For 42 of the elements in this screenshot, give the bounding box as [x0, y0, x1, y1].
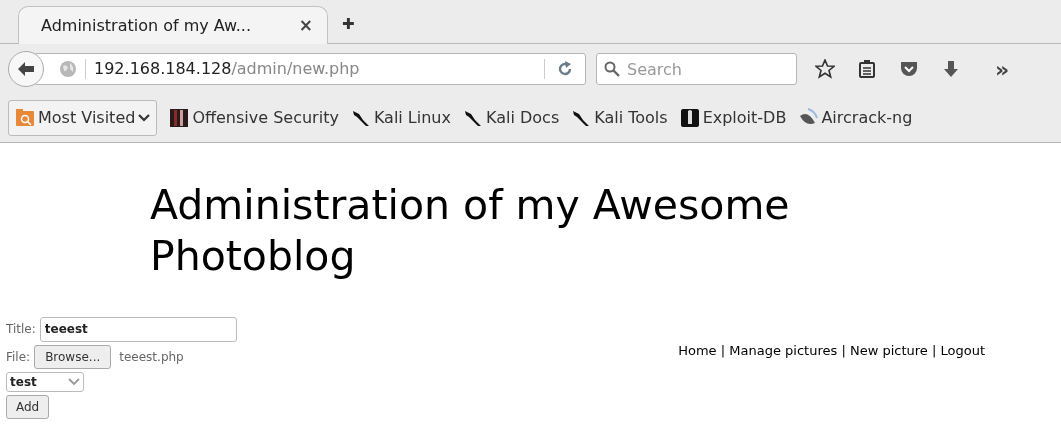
field-label: File:	[6, 348, 31, 366]
field-label: Title:	[6, 321, 36, 338]
browse-button[interactable]: Browse...	[34, 344, 112, 369]
separator: |	[720, 342, 726, 358]
clipboard-icon[interactable]	[857, 59, 877, 79]
reload-icon[interactable]	[557, 61, 573, 77]
address-bar[interactable]: 192.168.184.128/admin/new.php	[34, 53, 586, 85]
overflow-button[interactable]: »	[995, 52, 1010, 86]
nav-link[interactable]: Logout	[940, 342, 985, 358]
close-icon[interactable]: ×	[298, 12, 313, 39]
nav-link[interactable]: New picture	[849, 342, 928, 358]
chevron-down-icon	[138, 113, 151, 123]
search-field[interactable]: Search	[596, 53, 797, 85]
separator: |	[931, 342, 937, 358]
bookmark-link[interactable]: Exploit-DB	[679, 106, 787, 130]
nav-link[interactable]: Home	[678, 342, 717, 358]
chevron-down-icon	[68, 377, 80, 386]
star-icon[interactable]	[815, 59, 835, 79]
nav-link[interactable]: Manage pictures	[729, 342, 838, 358]
bookmarks-menu-button[interactable]: Most Visited	[8, 100, 158, 136]
bookmark-link[interactable]: Aircrack-ng	[798, 106, 913, 130]
back-arrow-icon	[17, 61, 35, 77]
title-field[interactable]: teeest	[39, 316, 237, 342]
browser-tab[interactable]: Administration of my Aw... ×	[18, 6, 328, 44]
bookmark-link[interactable]: Offensive Security	[169, 106, 339, 130]
logo-icon	[169, 108, 190, 128]
back-button[interactable]	[8, 51, 44, 87]
download-icon[interactable]	[941, 59, 961, 79]
page-heading: Administration of my Awesome Photoblog	[150, 180, 791, 283]
pocket-icon[interactable]	[899, 59, 919, 79]
separator: |	[841, 342, 846, 358]
folder-icon	[15, 108, 35, 128]
category-select[interactable]: test	[6, 371, 84, 392]
new-tab-button[interactable]: ✚	[328, 12, 369, 43]
globe-icon	[59, 60, 77, 78]
bookmark-link[interactable]: Kali Docs	[463, 106, 560, 130]
url-text[interactable]: 192.168.184.128/admin/new.php	[94, 57, 544, 81]
add-button[interactable]: Add	[6, 394, 50, 419]
search-icon	[604, 61, 620, 77]
bookmark-link[interactable]: Kali Tools	[571, 106, 668, 130]
bookmark-link[interactable]: Kali Linux	[350, 106, 451, 130]
file-name: teeest.php	[119, 348, 184, 366]
